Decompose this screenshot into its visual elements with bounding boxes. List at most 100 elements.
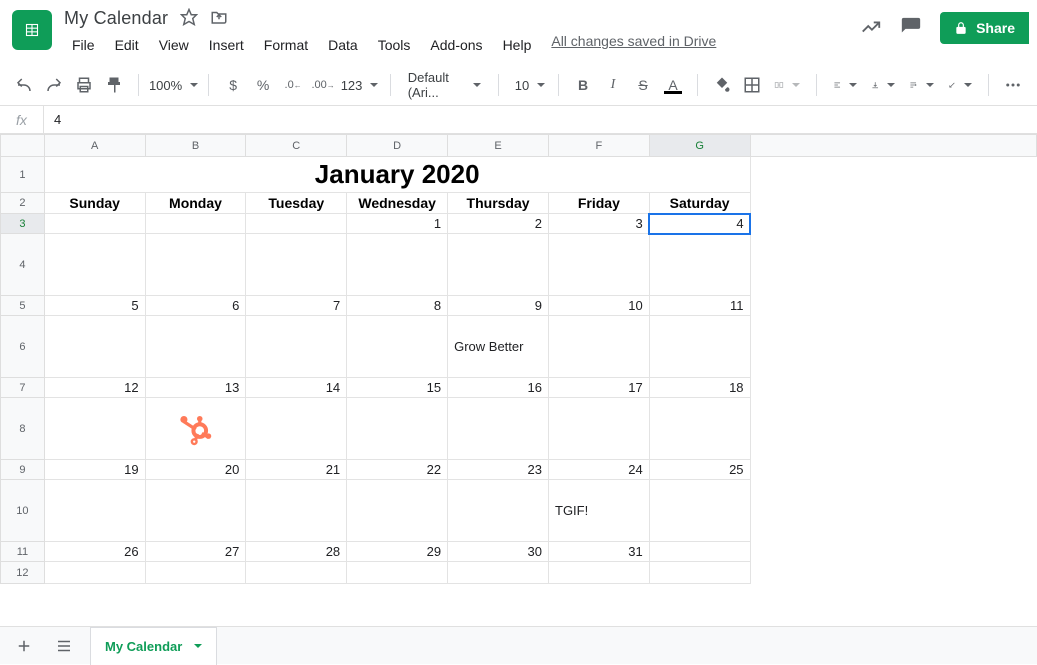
row-header-6[interactable]: 6 [1, 316, 45, 378]
col-header-G[interactable]: G [649, 135, 750, 157]
select-all-corner[interactable] [1, 135, 45, 157]
cell[interactable]: 21 [246, 460, 347, 480]
row-header-10[interactable]: 10 [1, 480, 45, 542]
cell[interactable] [44, 234, 145, 296]
menu-view[interactable]: View [151, 33, 197, 57]
print-button[interactable] [70, 71, 98, 99]
cell[interactable]: 6 [145, 296, 246, 316]
cell[interactable]: 30 [448, 542, 549, 562]
row-header-3[interactable]: 3 [1, 214, 45, 234]
all-sheets-button[interactable] [50, 632, 78, 660]
menu-tools[interactable]: Tools [370, 33, 419, 57]
zoom-dropdown[interactable]: 100% [149, 71, 199, 99]
cell[interactable]: 27 [145, 542, 246, 562]
cell[interactable] [44, 214, 145, 234]
doc-title[interactable]: My Calendar [64, 8, 168, 29]
cell[interactable]: 3 [549, 214, 650, 234]
row-header-9[interactable]: 9 [1, 460, 45, 480]
number-format-dropdown[interactable]: 123 [339, 71, 380, 99]
sheets-logo[interactable] [12, 10, 52, 50]
cell[interactable]: 24 [549, 460, 650, 480]
cell[interactable] [44, 316, 145, 378]
cell[interactable]: 22 [347, 460, 448, 480]
cell[interactable] [44, 480, 145, 542]
menu-file[interactable]: File [64, 33, 103, 57]
dec-increase-button[interactable]: .00→ [309, 71, 337, 99]
cell[interactable]: 2 [448, 214, 549, 234]
cell-grow-better[interactable]: Grow Better [448, 316, 549, 378]
cell[interactable]: 9 [448, 296, 549, 316]
cell[interactable] [448, 398, 549, 460]
cell[interactable]: 23 [448, 460, 549, 480]
cell[interactable] [549, 234, 650, 296]
cell[interactable] [448, 234, 549, 296]
cell[interactable]: 26 [44, 542, 145, 562]
cell[interactable] [649, 316, 750, 378]
fill-color-button[interactable] [708, 71, 736, 99]
dayhdr-sun[interactable]: Sunday [44, 193, 145, 214]
cell[interactable] [549, 316, 650, 378]
cell[interactable] [347, 316, 448, 378]
dayhdr-wed[interactable]: Wednesday [347, 193, 448, 214]
row-header-11[interactable]: 11 [1, 542, 45, 562]
currency-button[interactable]: $ [219, 71, 247, 99]
col-header-C[interactable]: C [246, 135, 347, 157]
cell[interactable] [145, 214, 246, 234]
wrap-dropdown[interactable] [903, 71, 939, 99]
cell[interactable] [145, 480, 246, 542]
text-color-button[interactable]: A [659, 71, 687, 99]
add-sheet-button[interactable] [10, 632, 38, 660]
cell[interactable]: 25 [649, 460, 750, 480]
blank-cell[interactable] [750, 157, 1036, 193]
share-button[interactable]: Share [940, 12, 1029, 44]
cell[interactable]: 18 [649, 378, 750, 398]
menu-data[interactable]: Data [320, 33, 366, 57]
bold-button[interactable]: B [569, 71, 597, 99]
cell[interactable]: 8 [347, 296, 448, 316]
cell[interactable]: 29 [347, 542, 448, 562]
cell[interactable] [246, 234, 347, 296]
cell[interactable]: 20 [145, 460, 246, 480]
calendar-title-cell[interactable]: January 2020 [44, 157, 750, 193]
row-header-2[interactable]: 2 [1, 193, 45, 214]
menu-insert[interactable]: Insert [201, 33, 252, 57]
cell[interactable] [649, 542, 750, 562]
cell[interactable] [44, 398, 145, 460]
cell[interactable] [246, 480, 347, 542]
menu-edit[interactable]: Edit [107, 33, 147, 57]
star-icon[interactable] [180, 8, 198, 29]
cell[interactable]: 7 [246, 296, 347, 316]
cell[interactable] [246, 316, 347, 378]
col-header-E[interactable]: E [448, 135, 549, 157]
cell[interactable] [246, 398, 347, 460]
row-header-7[interactable]: 7 [1, 378, 45, 398]
cell[interactable]: 31 [549, 542, 650, 562]
cell-tgif[interactable]: TGIF! [549, 480, 650, 542]
col-header-B[interactable]: B [145, 135, 246, 157]
comment-icon[interactable] [900, 16, 922, 41]
cell[interactable] [649, 398, 750, 460]
merge-dropdown[interactable] [768, 71, 806, 99]
cell[interactable] [347, 234, 448, 296]
italic-button[interactable]: I [599, 71, 627, 99]
menu-help[interactable]: Help [495, 33, 540, 57]
cell[interactable] [448, 480, 549, 542]
selected-cell[interactable]: 4 [649, 214, 750, 234]
valign-dropdown[interactable] [865, 71, 901, 99]
cell[interactable]: 10 [549, 296, 650, 316]
cell[interactable]: 15 [347, 378, 448, 398]
cell[interactable]: 28 [246, 542, 347, 562]
halign-dropdown[interactable] [827, 71, 863, 99]
font-size-dropdown[interactable]: 10 [509, 71, 548, 99]
col-header-D[interactable]: D [347, 135, 448, 157]
cell[interactable]: 19 [44, 460, 145, 480]
strike-button[interactable]: S [629, 71, 657, 99]
undo-button[interactable] [10, 71, 38, 99]
row-header-1[interactable]: 1 [1, 157, 45, 193]
col-header-F[interactable]: F [549, 135, 650, 157]
cell[interactable] [145, 316, 246, 378]
move-icon[interactable] [210, 8, 228, 29]
redo-button[interactable] [40, 71, 68, 99]
cell[interactable] [347, 480, 448, 542]
sheet-tab-active[interactable]: My Calendar [90, 627, 217, 665]
